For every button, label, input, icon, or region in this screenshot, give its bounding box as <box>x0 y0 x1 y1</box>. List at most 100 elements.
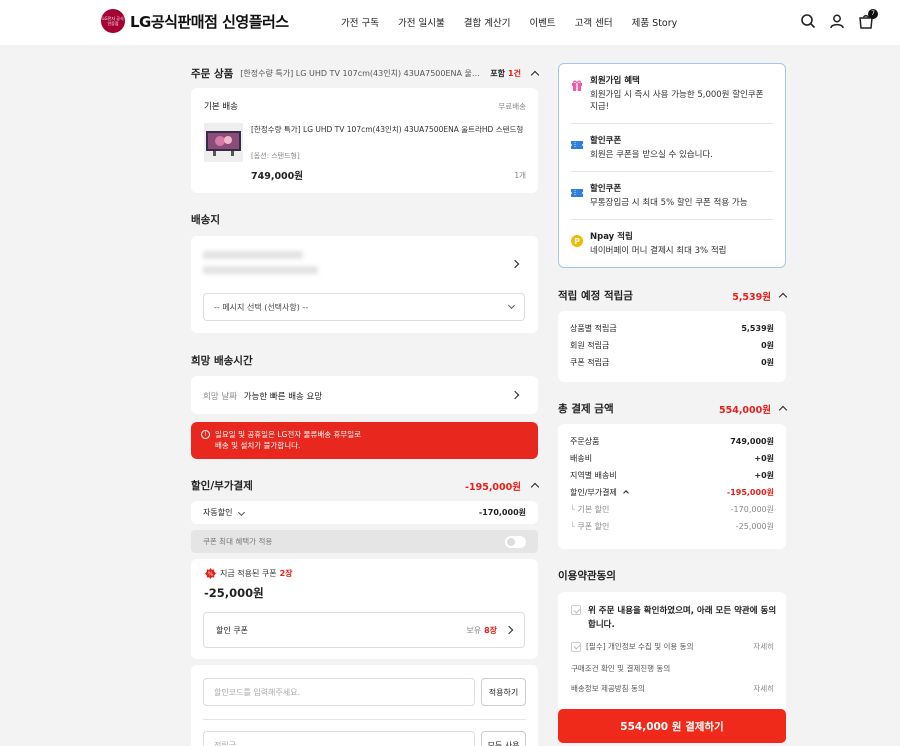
pay-button[interactable]: 554,000 원 결제하기 <box>558 709 786 743</box>
points-input[interactable]: 적립금 <box>203 731 475 746</box>
address-chevron-icon[interactable] <box>510 259 520 269</box>
row-value: 749,000원 <box>730 437 774 446</box>
points-title: 적립 예정 적립금 <box>558 290 633 302</box>
logo[interactable]: LG전자 공식인증점 LG공식판매점 신영플러스 <box>101 9 289 33</box>
npay-icon: P <box>571 235 583 247</box>
owned-label: 보유 <box>466 625 482 635</box>
benefit-desc: 네이버페이 머니 결제시 최대 3% 적립 <box>590 246 727 256</box>
delivery-time-title: 희망 배송시간 <box>191 355 253 367</box>
collapse-icon[interactable] <box>778 405 788 415</box>
apply-code-button[interactable]: 적용하기 <box>481 678 526 706</box>
benefit-item: 할인쿠폰 무통장입금 시 최대 5% 할인 쿠폰 적용 가능 <box>571 172 773 220</box>
collapse-icon[interactable] <box>778 292 788 302</box>
coupon-select[interactable]: 할인 쿠폰 보유 8장 <box>203 612 525 648</box>
points-row: 회원 적립금 0원 <box>558 337 786 354</box>
benefit-title: Npay 적립 <box>590 232 633 242</box>
svg-text:%: % <box>208 571 213 577</box>
alert-icon: ! <box>201 430 210 439</box>
nav-item-subscription[interactable]: 가전 구독 <box>341 15 379 29</box>
agree-all-checkbox[interactable] <box>571 605 581 615</box>
payment-card: 주문상품 749,000원 배송비 +0원 지역별 배송비 +0원 할인/부가결제 -… <box>558 424 786 549</box>
address-text[interactable] <box>203 251 318 274</box>
product-thumbnail[interactable] <box>204 123 243 162</box>
cart-icon[interactable]: 7 <box>858 9 878 29</box>
terms-detail-link[interactable]: 자세히 <box>753 683 774 694</box>
collapse-icon[interactable] <box>530 482 540 492</box>
terms-label: [필수] 개인정보 수집 및 이용 동의 <box>586 642 694 651</box>
payment-total: 554,000원 <box>718 404 771 416</box>
row-label: 기본 할인 <box>577 505 610 514</box>
auto-discount-value: -170,000원 <box>478 508 526 517</box>
benefit-title: 회원가입 혜택 <box>590 76 640 86</box>
delivery-type: 기본 배송 <box>204 102 238 112</box>
applied-coupon-label: 지금 적용된 쿠폰 <box>220 569 277 578</box>
benefit-item: 회원가입 혜택 회원가입 시 즉시 사용 가능한 5,000원 할인쿠폰 지급! <box>571 64 773 124</box>
user-icon[interactable] <box>829 13 845 29</box>
row-value: -170,000원 <box>730 505 774 514</box>
logo-text: LG공식판매점 신영플러스 <box>130 12 289 31</box>
discount-code-input[interactable]: 할인코드를 입력해주세요. <box>203 678 475 706</box>
terms-label: 배송정보 제공방침 동의 <box>571 684 645 693</box>
discount-header[interactable]: 할인/부가결제 -195,000원 <box>191 478 540 493</box>
benefit-desc: 회원가입 시 즉시 사용 가능한 5,000원 할인쿠폰 지급! <box>590 90 764 112</box>
notice-line-1: 일요일 및 공휴일은 LG전자 물류배송 휴무일로 <box>215 430 362 439</box>
coupon-icon <box>571 187 583 199</box>
terms-card: 위 주문 내용을 확인하였으며, 아래 모든 약관에 동의합니다. [필수] 개… <box>558 592 786 722</box>
date-chevron-icon[interactable] <box>510 390 520 400</box>
terms-item[interactable]: [필수] 개인정보 수집 및 이용 동의 자세히 <box>571 641 774 652</box>
order-header[interactable]: 주문 상품 [한정수량 특가] LG UHD TV 107cm(43인치) 43… <box>191 66 540 81</box>
row-value: -195,000원 <box>726 488 774 497</box>
points-header[interactable]: 적립 예정 적립금 5,539원 <box>558 288 788 303</box>
cart-count-badge: 7 <box>868 9 878 19</box>
row-label: 상품별 적립금 <box>570 324 617 333</box>
row-label: 회원 적립금 <box>570 341 610 350</box>
payment-discount-row[interactable]: 할인/부가결제 -195,000원 <box>558 484 786 501</box>
nav-item-story[interactable]: 제품 Story <box>632 15 678 29</box>
agree-all-label: 위 주문 내용을 확인하였으며, 아래 모든 약관에 동의합니다. <box>588 606 777 630</box>
chevron-right-icon <box>504 625 514 635</box>
gift-icon <box>571 79 583 91</box>
nav-item-lumpsum[interactable]: 가전 일시불 <box>398 15 445 29</box>
terms-item: 배송정보 제공방침 동의 자세히 <box>571 683 774 694</box>
coupon-max-toggle[interactable] <box>505 535 526 548</box>
coupon-icon <box>571 139 583 151</box>
terms-checkbox[interactable] <box>571 641 581 652</box>
points-total: 5,539원 <box>732 291 771 303</box>
discount-total: -195,000원 <box>465 481 521 493</box>
nav-item-event[interactable]: 이벤트 <box>529 15 555 29</box>
delivery-message-select[interactable]: -- 메시지 선택 (선택사항) -- <box>203 293 525 321</box>
chevron-down-icon <box>237 508 246 517</box>
row-label: 할인/부가결제 <box>570 488 617 497</box>
row-value: 5,539원 <box>741 324 774 333</box>
site-header: LG전자 공식인증점 LG공식판매점 신영플러스 가전 구독 가전 일시불 결합… <box>0 0 900 45</box>
terms-detail-link[interactable]: 자세히 <box>753 641 774 652</box>
header-icons: 7 <box>800 9 878 29</box>
payment-header[interactable]: 총 결제 금액 554,000원 <box>558 401 788 416</box>
delivery-message-value: -- 메시지 선택 (선택사항) -- <box>214 302 309 312</box>
delivery-date-card[interactable]: 희망 날짜 가능한 빠른 배송 요망 <box>191 376 538 414</box>
nav-item-calculator[interactable]: 결합 계산기 <box>464 15 511 29</box>
coupon-select-label: 할인 쿠폰 <box>216 625 248 635</box>
terms-item: 구매조건 확인 및 결제진행 동의 <box>571 663 774 674</box>
product-name[interactable]: [한정수량 특가] LG UHD TV 107cm(43인치) 43UA7500… <box>251 124 526 135</box>
order-summary-name: [한정수량 특가] LG UHD TV 107cm(43인치) 43UA7500… <box>240 69 486 78</box>
row-label: 배송비 <box>570 454 593 463</box>
auto-discount-row[interactable]: 자동할인 -170,000원 <box>191 501 538 524</box>
chevron-up-icon <box>623 490 630 496</box>
benefit-item: P Npay 적립 네이버페이 머니 결제시 최대 3% 적립 <box>571 220 773 267</box>
use-all-points-button[interactable]: 모두 사용 <box>481 731 526 746</box>
logo-badge: LG전자 공식인증점 <box>101 9 125 33</box>
agree-all[interactable]: 위 주문 내용을 확인하였으며, 아래 모든 약관에 동의합니다. <box>571 604 778 632</box>
collapse-icon[interactable] <box>530 70 540 80</box>
row-label: 주문상품 <box>570 437 600 446</box>
search-icon[interactable] <box>800 13 816 29</box>
points-row: 쿠폰 적립금 0원 <box>558 354 786 371</box>
payment-sub-row: └ 쿠폰 할인 -25,000원 <box>570 522 774 531</box>
coupon-max-row: 쿠폰 최대 혜택가 적용 <box>191 530 538 553</box>
holiday-notice: ! 일요일 및 공휴일은 LG전자 물류배송 휴무일로 배송 및 설치가 불가합… <box>191 422 538 459</box>
row-value: 0원 <box>761 341 774 350</box>
payment-row: 배송비 +0원 <box>558 450 786 467</box>
benefits-box: 회원가입 혜택 회원가입 시 즉시 사용 가능한 5,000원 할인쿠폰 지급!… <box>558 63 786 268</box>
payment-sub-row: └ 기본 할인 -170,000원 <box>570 505 774 514</box>
nav-item-support[interactable]: 고객 센터 <box>575 15 613 29</box>
